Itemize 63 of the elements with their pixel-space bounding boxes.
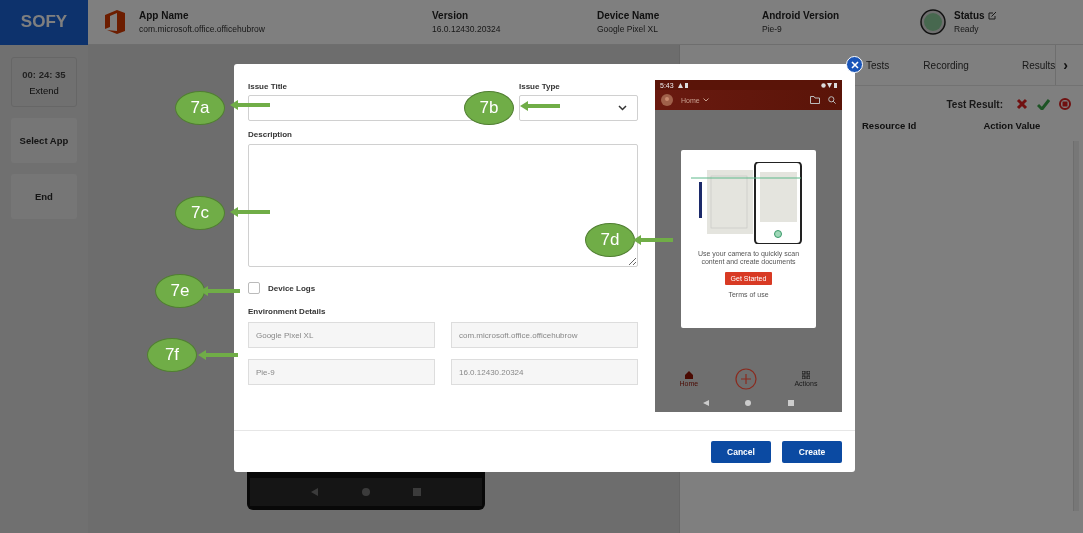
readonly-field: 16.0.12430.20324 bbox=[451, 359, 638, 385]
callout-arrow bbox=[200, 286, 240, 296]
chevron-down-icon[interactable] bbox=[702, 98, 709, 102]
edit-icon[interactable] bbox=[987, 11, 997, 20]
callout-arrow bbox=[520, 101, 560, 111]
tab[interactable]: Recording bbox=[923, 59, 969, 71]
add-button-icon[interactable] bbox=[735, 368, 758, 390]
header-value: com.microsoft.office.officehubrow bbox=[139, 24, 266, 34]
callout-arrow bbox=[198, 350, 238, 360]
folder-icon[interactable] bbox=[810, 96, 820, 104]
column-header: Action Value bbox=[983, 120, 1041, 131]
tabs-next-button[interactable]: › bbox=[1055, 45, 1075, 85]
header-label: Android Version bbox=[762, 10, 841, 21]
chevron-down-icon bbox=[618, 105, 627, 111]
tab[interactable]: Tests bbox=[866, 59, 890, 71]
sofy-logo: SOFY bbox=[0, 0, 88, 45]
back-icon[interactable] bbox=[311, 488, 320, 496]
timer-text: 00: 24: 35 bbox=[22, 68, 66, 80]
callout-arrow bbox=[230, 207, 270, 217]
home-icon bbox=[684, 371, 693, 379]
readonly-field: com.microsoft.office.officehubrow bbox=[451, 322, 638, 348]
home-icon[interactable] bbox=[745, 400, 752, 406]
readonly-field: Pie-9 bbox=[248, 359, 435, 385]
status-indicator-icon bbox=[920, 9, 946, 35]
search-icon[interactable] bbox=[828, 96, 836, 104]
field-label: Description bbox=[248, 130, 293, 139]
battery-icon bbox=[821, 82, 837, 88]
home-icon[interactable] bbox=[361, 488, 370, 496]
app-icon bbox=[105, 10, 125, 34]
tab[interactable]: Results bbox=[1021, 59, 1056, 71]
test-result-label: Test Result: bbox=[946, 98, 1003, 110]
header-value: 16.0.12430.20324 bbox=[432, 24, 502, 34]
header-value: Pie-9 bbox=[762, 24, 783, 34]
header-label: Device Name bbox=[597, 10, 661, 21]
check-icon[interactable] bbox=[1037, 98, 1050, 110]
dialog-button[interactable]: Cancel bbox=[711, 441, 771, 463]
header-label: App Name bbox=[139, 10, 190, 21]
header-label: Status bbox=[954, 10, 985, 21]
section-label: Environment Details bbox=[248, 307, 327, 316]
stop-icon[interactable] bbox=[1059, 98, 1071, 110]
close-icon bbox=[850, 60, 859, 69]
column-header: Resource Id bbox=[862, 120, 917, 131]
grid-icon bbox=[801, 371, 810, 379]
description-field[interactable] bbox=[248, 144, 638, 267]
recents-icon[interactable] bbox=[787, 400, 794, 406]
checkbox-label: Device Logs bbox=[268, 283, 316, 293]
header-value: Google Pixel XL bbox=[597, 24, 659, 34]
callout-arrow bbox=[230, 100, 270, 110]
header-label: Version bbox=[432, 10, 470, 21]
dialog-button[interactable]: Create bbox=[782, 441, 842, 463]
status-icons-drawing bbox=[677, 82, 688, 88]
field-label: Issue Title bbox=[248, 82, 288, 91]
back-icon[interactable] bbox=[703, 400, 710, 406]
issue-type-dropdown[interactable] bbox=[519, 95, 638, 121]
callout-arrow bbox=[633, 235, 673, 245]
extend-link[interactable]: Extend bbox=[29, 84, 59, 96]
checkbox[interactable] bbox=[248, 282, 260, 294]
recents-icon[interactable] bbox=[412, 488, 421, 496]
header-value: Ready bbox=[954, 24, 980, 34]
avatar-icon[interactable] bbox=[661, 94, 673, 106]
readonly-field: Google Pixel XL bbox=[248, 322, 435, 348]
field-label: Issue Type bbox=[519, 82, 561, 91]
cross-icon[interactable] bbox=[1016, 98, 1028, 110]
